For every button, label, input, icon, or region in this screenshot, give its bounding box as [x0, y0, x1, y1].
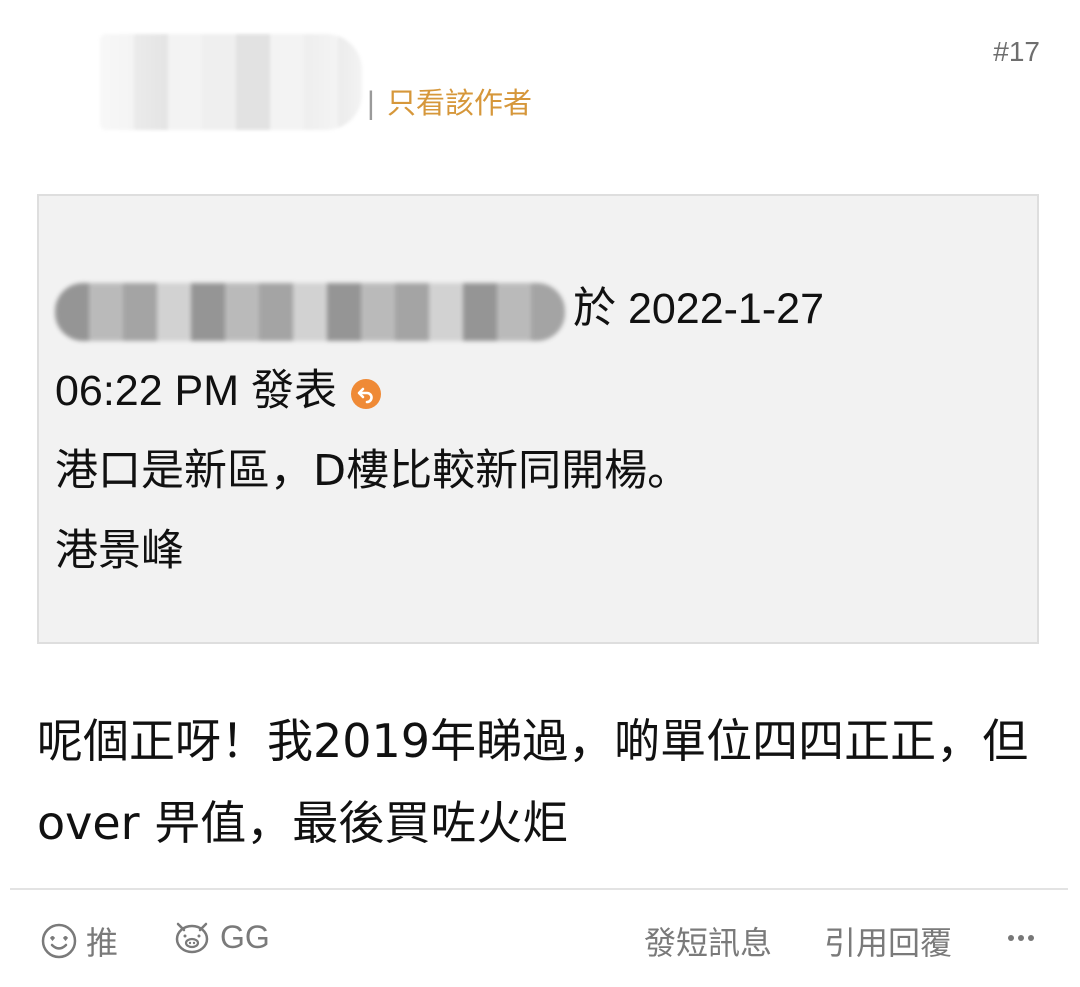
gg-label: GG — [220, 918, 270, 955]
more-vertical-icon[interactable] — [1006, 916, 1036, 960]
quote-text-line-1: 港口是新區，D樓比較新同開楊。 — [55, 446, 691, 496]
reply-arrow-icon[interactable] — [351, 378, 381, 409]
quote-block: 於 2022-1-27 06:22 PM 發表 港口是新區，D樓比較新同開楊。 … — [37, 194, 1039, 644]
quote-author-line: 於 2022-1-27 — [55, 274, 824, 341]
push-label: 推 — [86, 924, 119, 962]
quote-time: 06:22 PM 發表 — [55, 367, 337, 415]
smiley-heart-eyes-icon — [41, 923, 77, 959]
quoted-author-blurred — [55, 282, 565, 341]
quote-time-line: 06:22 PM 發表 — [55, 356, 381, 418]
author-name-blurred — [100, 34, 362, 130]
post-body: 呢個正呀！我2019年睇過，啲單位四四正正，但 over 畀值，最後買咗火炬 — [37, 714, 1029, 850]
view-author-only-link[interactable]: 只看該作者 — [387, 86, 532, 120]
gg-button[interactable]: GG — [172, 918, 270, 956]
push-button[interactable]: 推 — [40, 918, 118, 964]
floor-number: #17 — [993, 36, 1040, 67]
author-filter[interactable]: | 只看該作者 — [366, 80, 532, 122]
quote-reply-button[interactable]: 引用回覆 — [824, 918, 952, 964]
post-action-bar: 推 GG 發短訊息 引用回覆 — [0, 910, 1080, 970]
quote-date: 於 2022-1-27 — [573, 285, 824, 333]
quote-text-line-2: 港景峰 — [55, 526, 184, 576]
send-message-button[interactable]: 發短訊息 — [644, 918, 772, 964]
divider — [10, 888, 1068, 890]
pig-face-icon — [175, 922, 209, 954]
author-filter-separator: | — [366, 86, 376, 120]
